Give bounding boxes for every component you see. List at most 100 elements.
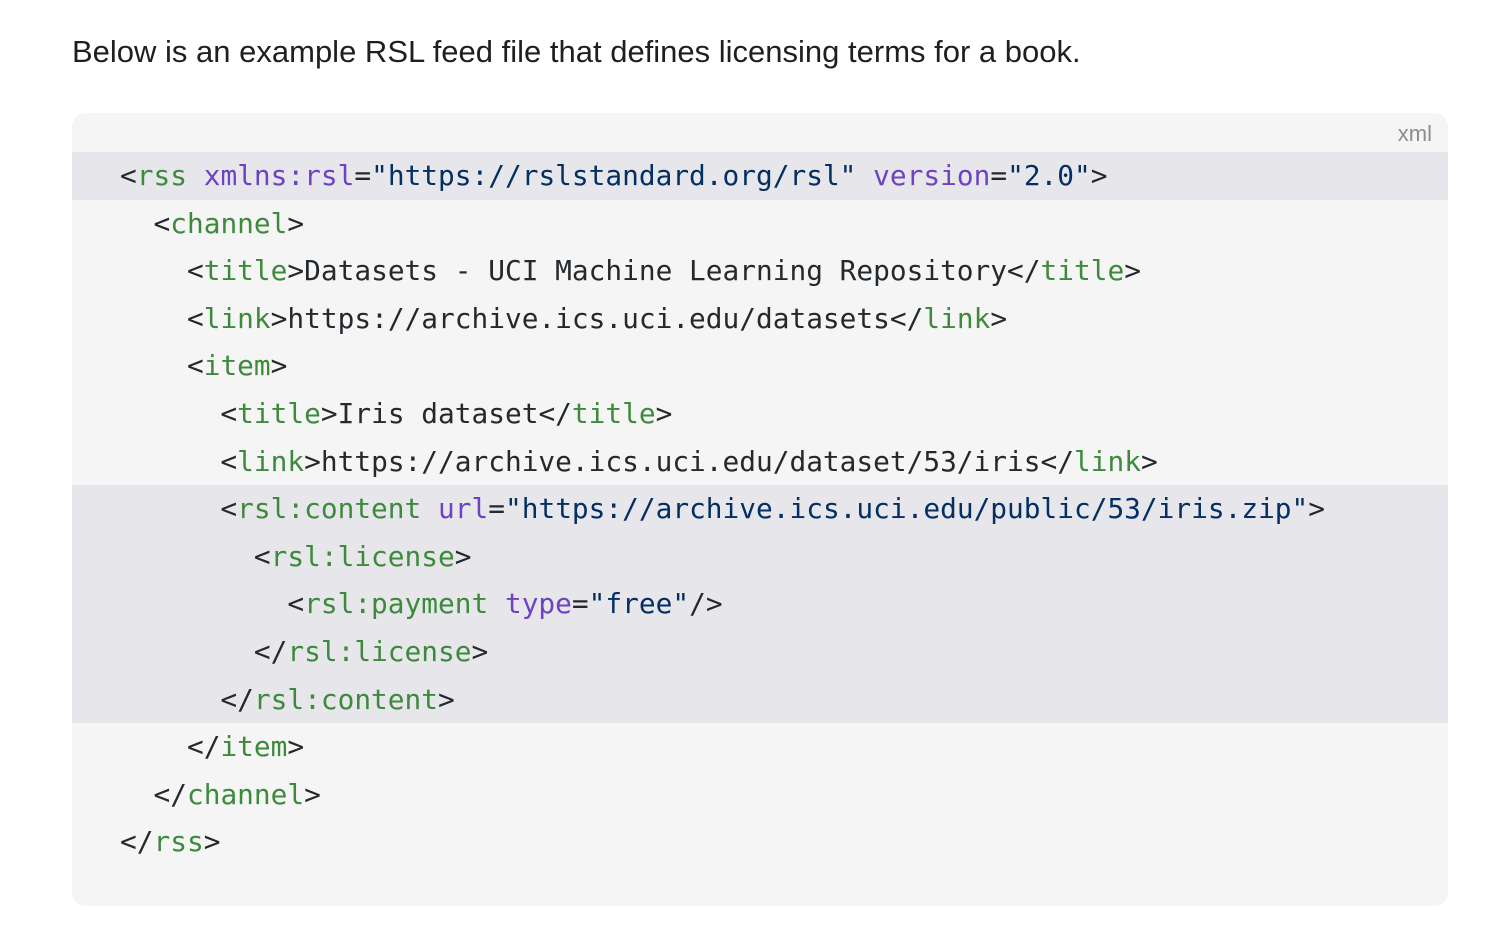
xml-punctuation: < <box>120 159 137 192</box>
xml-punctuation: < <box>220 396 238 430</box>
xml-punctuation: > <box>655 396 673 430</box>
code-line: </item> <box>72 723 1448 771</box>
code-line: <title>Iris dataset</title> <box>72 390 1448 438</box>
xml-tag-name: item <box>203 349 271 383</box>
intro-paragraph: Below is an example RSL feed file that d… <box>72 34 1081 69</box>
xml-tag-name: rss <box>136 159 187 192</box>
xml-punctuation: </ <box>889 301 924 335</box>
xml-punctuation: > <box>990 301 1008 335</box>
xml-punctuation: > <box>203 825 221 859</box>
xml-attribute-name: type <box>504 587 572 621</box>
code-line: <link>https://archive.ics.uci.edu/datase… <box>72 438 1448 486</box>
xml-attribute-value: "https://rslstandard.org/rsl" <box>371 159 857 192</box>
xml-tag-name: title <box>237 396 321 430</box>
xml-tag-name: link <box>203 301 271 335</box>
xml-attribute-value: "free" <box>588 587 690 621</box>
xml-punctuation: > <box>471 634 489 668</box>
xml-text <box>120 254 187 287</box>
xml-text <box>120 445 220 478</box>
xml-punctuation: = <box>354 159 372 192</box>
xml-tag-name: channel <box>170 206 288 240</box>
xml-text <box>120 587 287 620</box>
xml-punctuation: < <box>186 301 204 335</box>
xml-text: Datasets - UCI Machine Learning Reposito… <box>304 254 1008 288</box>
xml-text <box>120 207 153 240</box>
code-line-highlighted: <rsl:license> <box>72 532 1448 581</box>
xml-tag-name: title <box>1040 254 1125 288</box>
xml-punctuation: </ <box>1007 254 1041 288</box>
xml-tag-name: link <box>1073 444 1141 478</box>
code-content[interactable]: <rss xmlns:rsl="https://rslstandard.org/… <box>72 152 1448 866</box>
xml-tag-name: link <box>237 444 305 478</box>
xml-text: https://archive.ics.uci.edu/dataset/53/i… <box>320 444 1041 478</box>
xml-text: Iris dataset <box>337 396 539 430</box>
xml-punctuation: > <box>287 206 305 240</box>
xml-text: https://archive.ics.uci.edu/datasets <box>287 301 890 335</box>
xml-tag-name: rss <box>153 825 204 859</box>
xml-punctuation: </ <box>538 396 572 430</box>
xml-punctuation: < <box>220 492 238 526</box>
xml-attribute-name: url <box>438 492 489 526</box>
xml-text <box>421 492 438 525</box>
code-line: <item> <box>72 342 1448 390</box>
code-line-highlighted: </rsl:license> <box>72 627 1448 676</box>
xml-punctuation: > <box>1140 444 1158 478</box>
xml-tag-name: item <box>220 730 288 764</box>
xml-tag-name: channel <box>186 777 305 811</box>
code-line: <channel> <box>72 200 1448 248</box>
xml-tag-name: title <box>203 254 288 288</box>
xml-attribute-value: "2.0" <box>1007 159 1091 192</box>
xml-tag-name: rsl:content <box>253 682 438 716</box>
xml-text <box>488 587 505 620</box>
xml-punctuation: </ <box>186 730 221 764</box>
xml-punctuation: < <box>186 349 204 383</box>
xml-punctuation: > <box>287 254 305 288</box>
xml-attribute-name: xmlns:rsl <box>203 159 355 192</box>
xml-punctuation: > <box>270 349 288 383</box>
xml-punctuation: < <box>287 587 305 621</box>
xml-text <box>120 397 220 430</box>
xml-tag-name: rsl:content <box>237 492 422 526</box>
xml-attribute-name: version <box>873 159 991 192</box>
xml-text <box>120 492 220 525</box>
code-line: </channel> <box>72 771 1448 819</box>
xml-punctuation: > <box>454 539 472 573</box>
xml-punctuation: > <box>270 301 288 335</box>
xml-punctuation: = <box>990 159 1008 192</box>
code-line: </rss> <box>72 818 1448 866</box>
xml-text <box>856 159 873 192</box>
xml-punctuation: </ <box>153 777 187 811</box>
xml-text <box>120 683 220 716</box>
xml-punctuation: > <box>1124 254 1141 288</box>
code-line-highlighted: <rsl:content url="https://archive.ics.uc… <box>72 485 1448 533</box>
code-line: <link>https://archive.ics.uci.edu/datase… <box>72 295 1448 343</box>
xml-text <box>187 159 204 192</box>
xml-punctuation: > <box>438 682 455 716</box>
xml-punctuation: > <box>320 396 338 430</box>
xml-punctuation: = <box>571 587 589 621</box>
xml-tag-name: rsl:license <box>287 634 472 668</box>
xml-punctuation: /> <box>689 587 723 621</box>
xml-punctuation: < <box>220 444 238 478</box>
xml-punctuation: > <box>304 777 321 811</box>
code-language-label: xml <box>1397 121 1432 146</box>
xml-text <box>120 302 187 335</box>
xml-punctuation: > <box>287 730 305 764</box>
xml-punctuation: </ <box>220 682 254 716</box>
xml-punctuation: < <box>186 254 204 288</box>
xml-punctuation: < <box>153 206 171 240</box>
code-line-highlighted: <rss xmlns:rsl="https://rslstandard.org/… <box>72 152 1448 200</box>
code-block[interactable]: xml <rss xmlns:rsl="https://rslstandard.… <box>72 113 1448 906</box>
xml-attribute-value: "https://archive.ics.uci.edu/public/53/i… <box>504 492 1309 526</box>
code-line-highlighted: <rsl:payment type="free"/> <box>72 580 1448 628</box>
xml-text <box>120 778 153 811</box>
xml-tag-name: link <box>923 301 991 335</box>
xml-punctuation: > <box>1308 492 1326 526</box>
xml-text <box>120 730 187 763</box>
xml-text <box>120 540 254 573</box>
xml-tag-name: rsl:payment <box>304 587 489 621</box>
xml-tag-name: title <box>571 396 656 430</box>
code-line-highlighted: </rsl:content> <box>72 675 1448 724</box>
xml-punctuation: = <box>488 492 505 526</box>
xml-punctuation: </ <box>253 634 288 668</box>
